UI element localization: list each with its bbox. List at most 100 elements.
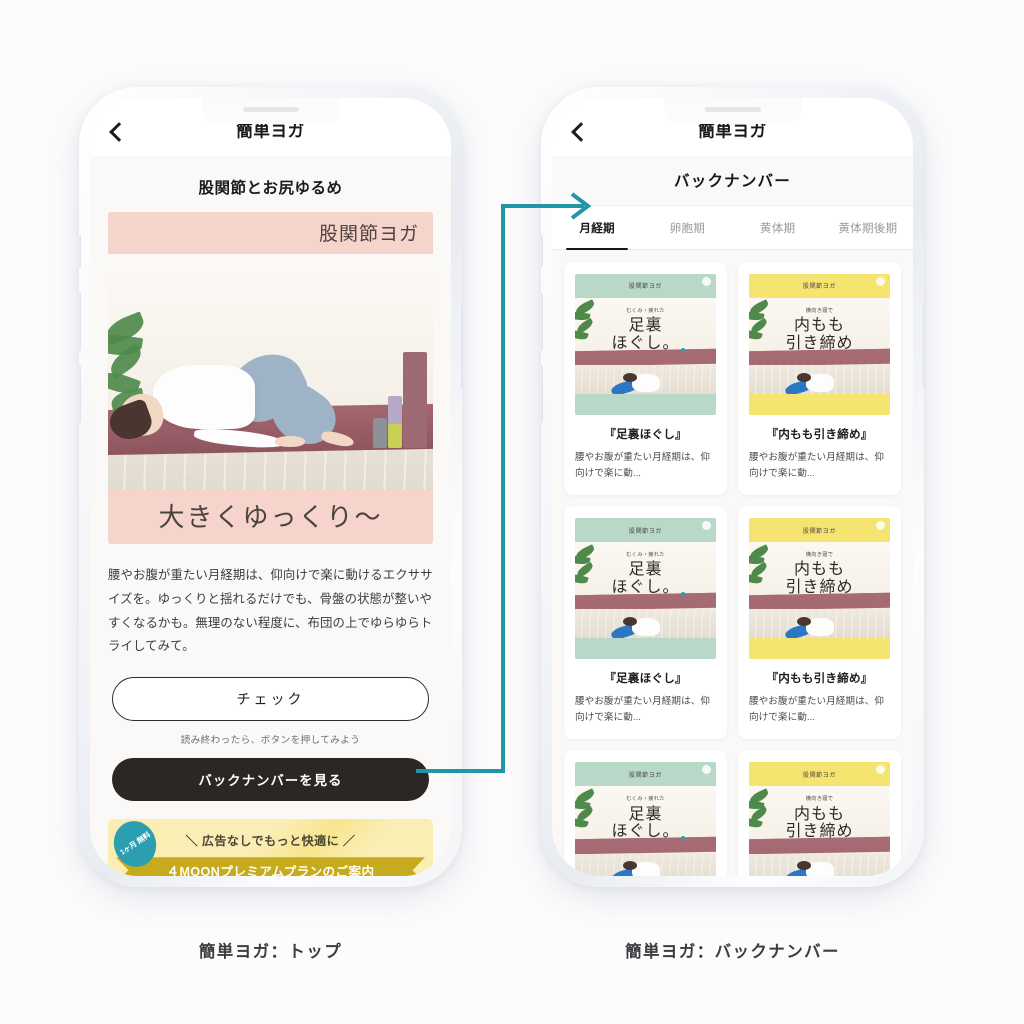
tab-follicular[interactable]: 卵胞期 <box>642 206 732 249</box>
backnumber-card[interactable]: むくみ・疲れた 足裏 ほぐし。 股関節ヨガ 『足裏ほぐし』 腰やお腹が重たい月経… <box>564 262 727 496</box>
view-backnumbers-button[interactable]: バックナンバーを見る <box>112 758 429 802</box>
card-thumbnail: 横向き寝で 内もも 引き締め 股関節ヨガ <box>749 518 890 660</box>
hero-video-card[interactable]: 股関節ヨガ 大きくゆっくり〜 <box>108 212 433 544</box>
phone-side-button-volume-down <box>78 365 81 423</box>
check-hint-text: 読み終わったら、ボタンを押してみよう <box>180 735 361 747</box>
stage: 簡単ヨガ 股関節とお尻ゆるめ 股関節ヨガ 大きくゆっくり〜 腰やお腹が重たい月経… <box>0 0 1024 1024</box>
thumb-photo: むくみ・疲れた 足裏 ほぐし。 <box>575 542 716 639</box>
phone-screen-right: 簡単ヨガ バックナンバー 月経期 卵胞期 黄体期 黄体期後期 むくみ・疲れた 足… <box>552 98 913 876</box>
thumb-brand-band: 股関節ヨガ <box>575 762 716 787</box>
person-head <box>623 617 637 627</box>
phone-side-button-power <box>460 303 463 389</box>
person-head <box>797 372 811 382</box>
thumb-person <box>783 369 850 394</box>
thumb-person <box>783 613 850 639</box>
yoga-block <box>387 423 403 448</box>
card-description: 腰やお腹が重たい月経期は、仰向けで楽に動... <box>575 452 711 480</box>
card-thumbnail: むくみ・疲れた 足裏 ほぐし。 股関節ヨガ <box>575 274 716 415</box>
person-head <box>623 372 637 382</box>
backnumber-card[interactable]: むくみ・疲れた 足裏 ほぐし。 股関節ヨガ 『足裏ほぐし』 腰やお腹が重たい月経… <box>564 506 727 740</box>
thumb-title: 内もも 引き締め <box>785 805 854 841</box>
person-torso <box>153 364 255 430</box>
phone-side-button-volume-up <box>78 293 81 351</box>
thumb-bottom-band <box>575 393 716 415</box>
thumb-bottom-band <box>749 393 890 415</box>
app-screen-backnumber: 簡単ヨガ バックナンバー 月経期 卵胞期 黄体期 黄体期後期 むくみ・疲れた 足… <box>552 98 913 876</box>
thumb-brand-band: 股関節ヨガ <box>749 274 890 298</box>
thumb-subtitle: むくみ・疲れた <box>626 307 665 314</box>
promo-ribbon: ４MOONプレミアムプランのご案内 <box>116 857 425 876</box>
thumb-title: 足裏 ほぐし。 <box>611 317 680 353</box>
back-chevron-icon[interactable] <box>568 121 590 143</box>
card-thumbnail: むくみ・疲れた 足裏 ほぐし。 股関節ヨガ <box>575 762 716 876</box>
thumb-title: 足裏 ほぐし。 <box>611 561 680 597</box>
app-screen-top: 簡単ヨガ 股関節とお尻ゆるめ 股関節ヨガ 大きくゆっくり〜 腰やお腹が重たい月経… <box>90 98 451 876</box>
article-title: 股関節とお尻ゆるめ <box>198 180 343 197</box>
thumb-bottom-band <box>749 638 890 660</box>
card-description: 腰やお腹が重たい月経期は、仰向けで楽に動... <box>749 696 885 724</box>
thumb-brand-band: 股関節ヨガ <box>575 274 716 298</box>
yoga-block <box>403 352 427 448</box>
thumb-photo: 横向き寝で 内もも 引き締め <box>749 297 890 394</box>
thumb-subtitle: 横向き寝で <box>805 551 834 558</box>
back-chevron-icon[interactable] <box>106 121 128 143</box>
thumb-subtitle: むくみ・疲れた <box>626 796 665 803</box>
article-body-text: 腰やお腹が重たい月経期は、仰向けで楽に動けるエクササイズを。ゆっくりと揺れるだけ… <box>108 568 433 654</box>
card-thumbnail: むくみ・疲れた 足裏 ほぐし。 股関節ヨガ <box>575 518 716 660</box>
caption-left-screen: 簡単ヨガ：トップ <box>198 943 343 961</box>
phone-mockup-right: 簡単ヨガ バックナンバー 月経期 卵胞期 黄体期 黄体期後期 むくみ・疲れた 足… <box>540 87 925 887</box>
person-head <box>797 617 811 627</box>
backnumber-card-grid[interactable]: むくみ・疲れた 足裏 ほぐし。 股関節ヨガ 『足裏ほぐし』 腰やお腹が重たい月経… <box>552 250 913 876</box>
premium-plan-banner[interactable]: 1ヶ月 無料 ＼ 広告なしでもっと快適に ／ ４MOONプレミアムプランのご案内 <box>108 819 433 876</box>
tab-menstrual[interactable]: 月経期 <box>552 206 642 250</box>
card-description: 腰やお腹が重たい月経期は、仰向けで楽に動... <box>749 452 885 480</box>
thumb-person <box>783 857 850 876</box>
phone-side-button-mute <box>540 235 543 267</box>
thumb-subtitle: むくみ・疲れた <box>626 551 665 558</box>
card-title: 『内もも引き締め』 <box>766 428 873 441</box>
photo-yoga-blocks <box>371 348 427 448</box>
photo-person <box>108 342 372 456</box>
thumb-bottom-band <box>575 638 716 660</box>
hero-top-label: 股関節ヨガ <box>108 212 433 254</box>
phone-notch <box>663 98 802 124</box>
thumb-person <box>609 369 676 394</box>
play-icon <box>702 277 711 286</box>
card-thumbnail: 横向き寝で 内もも 引き締め 股関節ヨガ <box>749 762 890 876</box>
tab-luteal[interactable]: 黄体期 <box>733 206 823 249</box>
backnumber-card[interactable]: むくみ・疲れた 足裏 ほぐし。 股関節ヨガ <box>564 750 727 876</box>
promo-subline: ４MOONプレミアムプランのご案内 <box>166 864 375 876</box>
card-title: 『内もも引き締め』 <box>766 672 873 686</box>
thumb-person <box>609 613 676 639</box>
check-button[interactable]: チェック <box>112 677 429 722</box>
hero-photo <box>108 254 433 490</box>
card-title: 『足裏ほぐし』 <box>604 672 687 686</box>
play-icon <box>876 277 885 286</box>
card-description: 腰やお腹が重たい月経期は、仰向けで楽に動... <box>575 696 711 724</box>
person-hand <box>274 436 306 447</box>
person-foot <box>319 429 355 450</box>
backnumber-subheader: バックナンバー <box>552 156 913 206</box>
phone-side-button-volume-down <box>540 365 543 423</box>
thumb-person <box>609 857 676 876</box>
tab-late-luteal[interactable]: 黄体期後期 <box>823 206 913 249</box>
thumb-brand-band: 股関節ヨガ <box>749 518 890 543</box>
backnumber-card[interactable]: 横向き寝で 内もも 引き締め 股関節ヨガ 『内もも引き締め』 腰やお腹が重たい月… <box>738 506 901 740</box>
thumb-title: 内もも 引き締め <box>785 317 854 353</box>
free-trial-badge-label: 1ヶ月 無料 <box>118 830 152 858</box>
phone-notch <box>201 98 340 124</box>
thumb-brand-band: 股関節ヨガ <box>575 518 716 543</box>
backnumber-card[interactable]: 横向き寝で 内もも 引き締め 股関節ヨガ 『内もも引き締め』 腰やお腹が重たい月… <box>738 262 901 496</box>
phone-mockup-left: 簡単ヨガ 股関節とお尻ゆるめ 股関節ヨガ 大きくゆっくり〜 腰やお腹が重たい月経… <box>78 87 463 887</box>
phone-screen-left: 簡単ヨガ 股関節とお尻ゆるめ 股関節ヨガ 大きくゆっくり〜 腰やお腹が重たい月経… <box>90 98 451 876</box>
thumb-photo: むくみ・疲れた 足裏 ほぐし。 <box>575 786 716 876</box>
backnumber-card[interactable]: 横向き寝で 内もも 引き締め 股関節ヨガ <box>738 750 901 876</box>
article-scroll-area[interactable]: 股関節とお尻ゆるめ 股関節ヨガ 大きくゆっくり〜 腰やお腹が重たい月経期は、仰向… <box>90 156 451 876</box>
phase-tabs: 月経期 卵胞期 黄体期 黄体期後期 <box>552 206 913 250</box>
thumb-brand-band: 股関節ヨガ <box>749 762 890 787</box>
thumb-subtitle: 横向き寝で <box>805 307 834 314</box>
phone-side-button-power <box>922 303 925 389</box>
promo-headline: ＼ 広告なしでもっと快適に ／ <box>185 834 356 849</box>
thumb-title: 足裏 ほぐし。 <box>611 805 680 841</box>
phone-side-button-mute <box>78 235 81 267</box>
